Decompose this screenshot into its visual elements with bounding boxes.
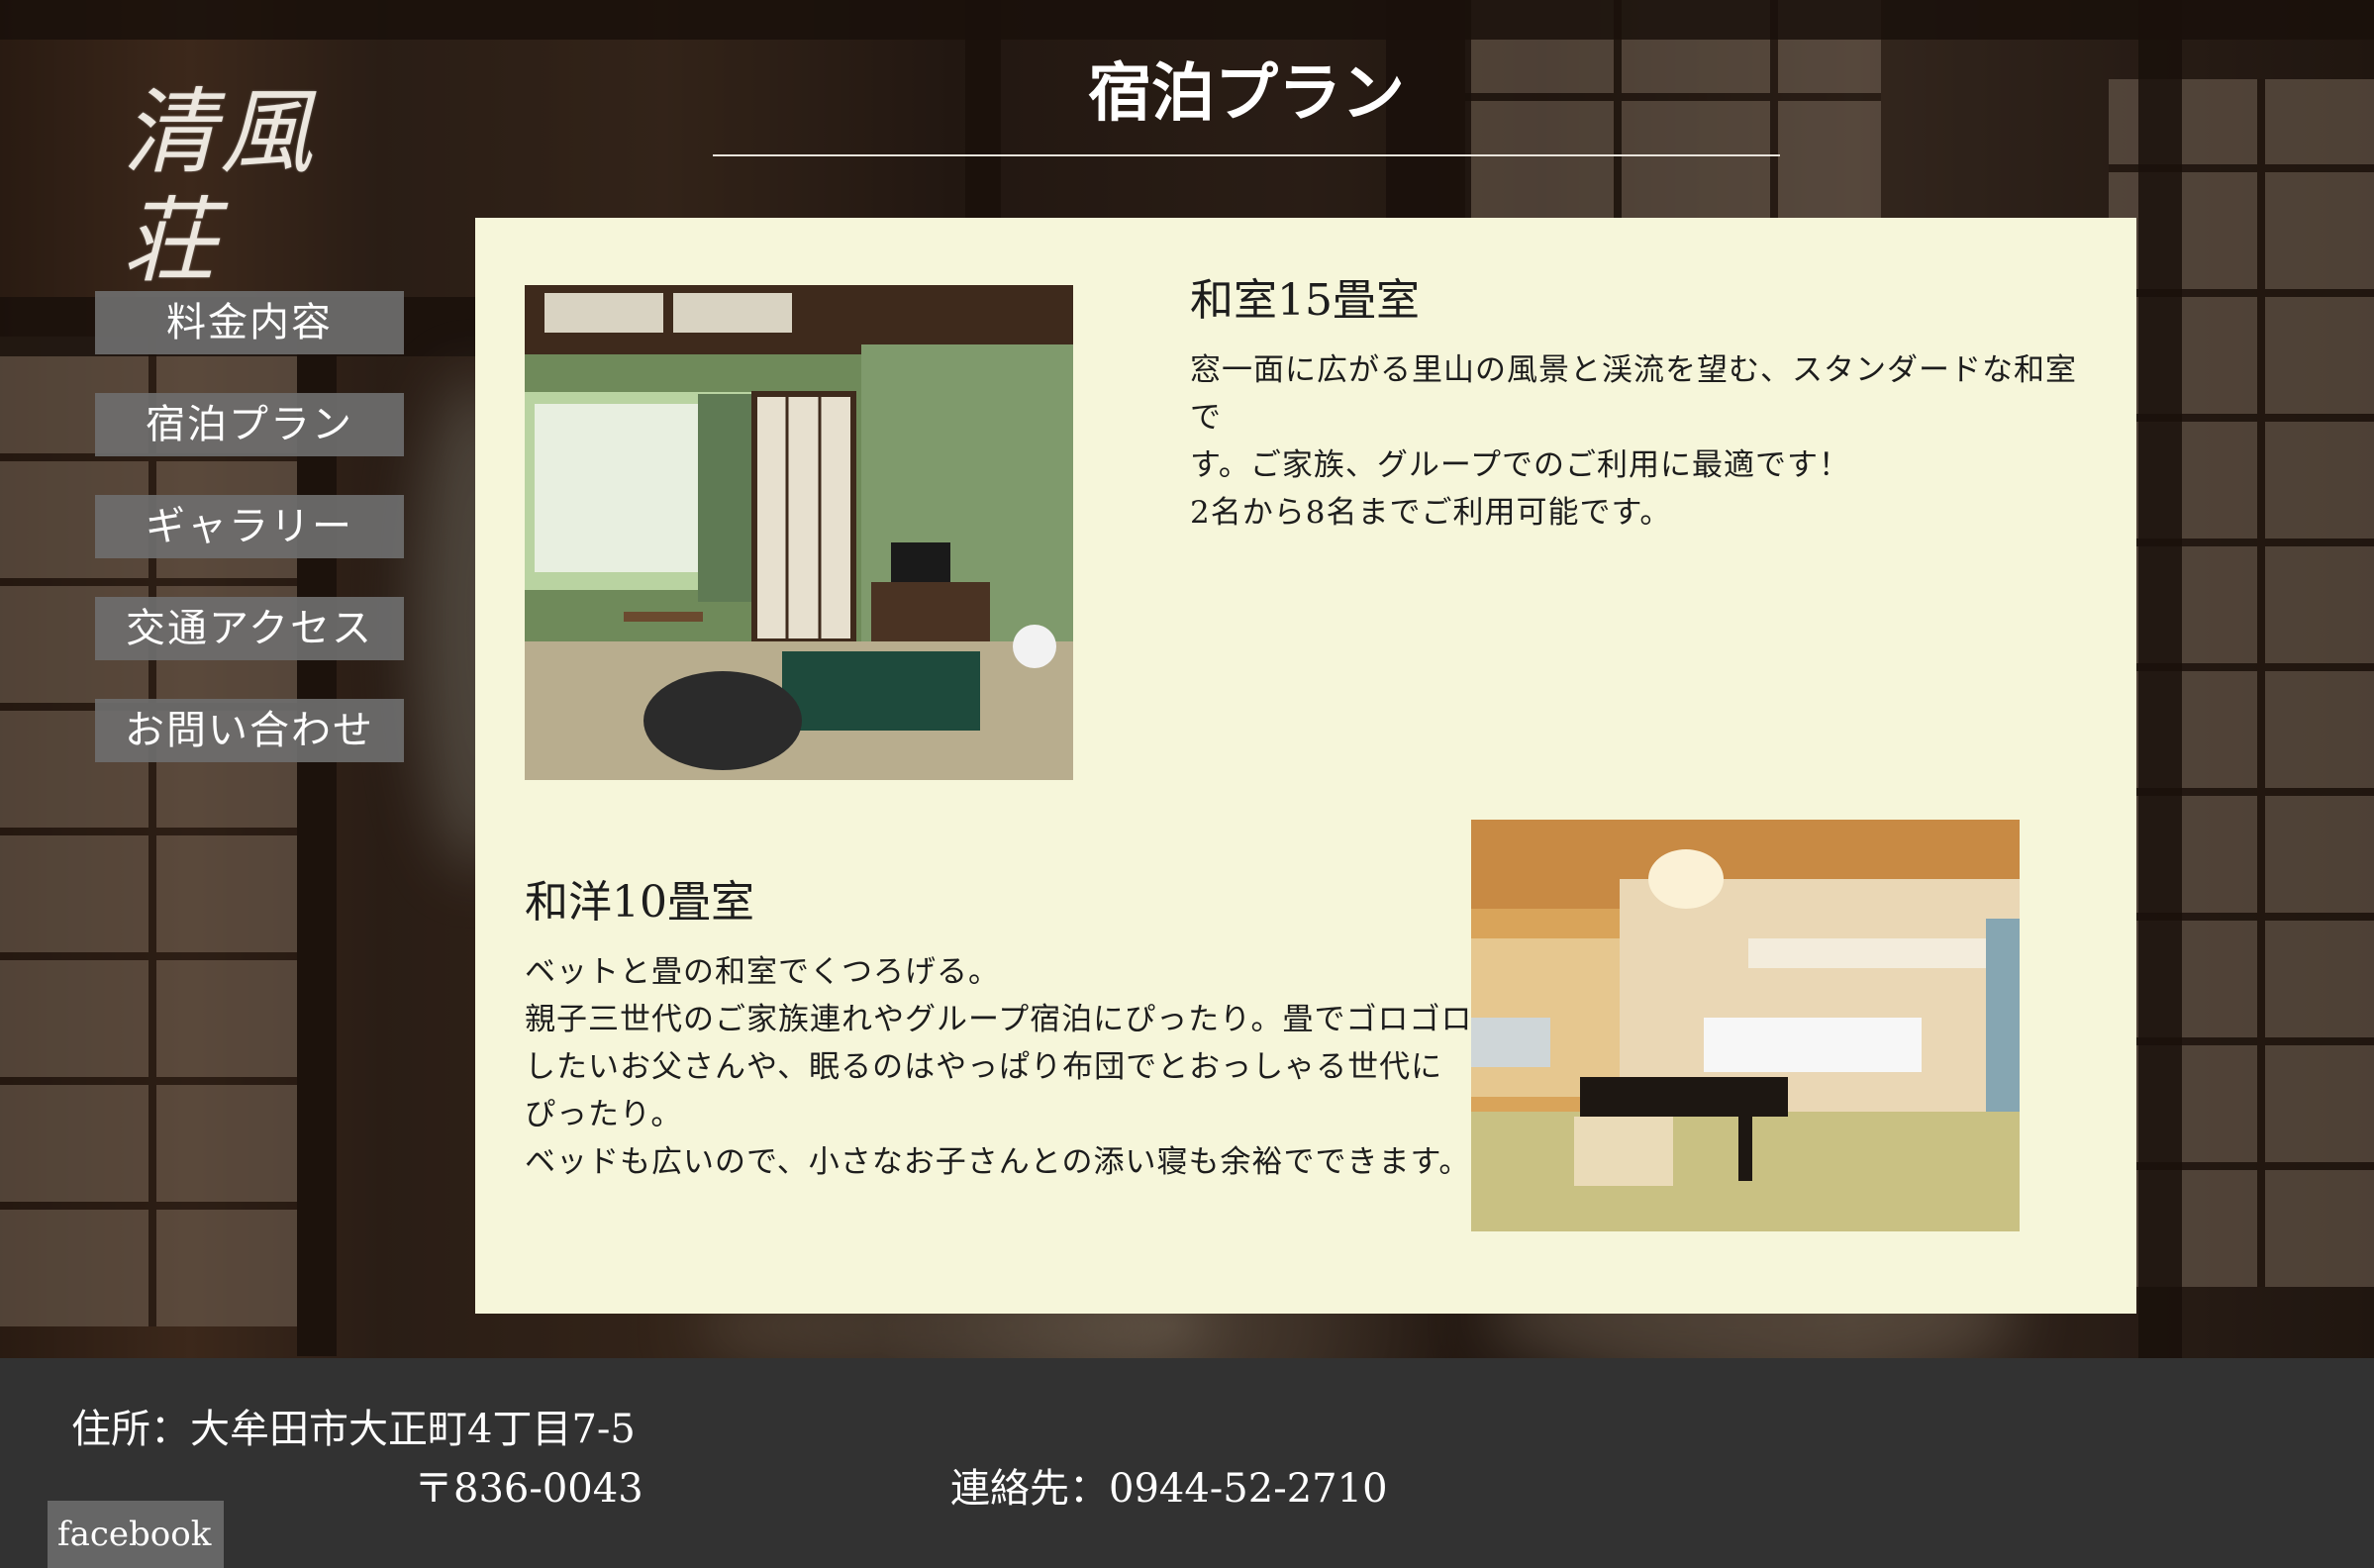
sidebar-nav: 料金内容 宿泊プラン ギャラリー 交通アクセス お問い合わせ bbox=[95, 291, 404, 801]
title-divider bbox=[713, 154, 1780, 156]
room-photo-western-japanese bbox=[1471, 820, 2020, 1231]
room-description: ベットと畳の和室でくつろげる。 親子三世代のご家族連れやグループ宿泊にぴったり。… bbox=[525, 954, 1473, 1180]
footer-contact-phone: 連絡先：0944-52-2710 bbox=[950, 1466, 1388, 1512]
nav-item-lodging-plans[interactable]: 宿泊プラン bbox=[95, 393, 404, 456]
nav-item-contact[interactable]: お問い合わせ bbox=[95, 699, 404, 762]
footer-address: 住所：大牟田市大正町4丁目7-5 bbox=[71, 1407, 636, 1452]
facebook-link[interactable]: facebook bbox=[48, 1501, 224, 1568]
content-panel: 和室15畳室 窓一面に広がる里山の風景と渓流を望む、スタンダードな和室で す。ご… bbox=[475, 218, 2136, 1314]
nav-item-pricing[interactable]: 料金内容 bbox=[95, 291, 404, 354]
room-title: 和洋10畳室 bbox=[525, 877, 754, 928]
page-title: 宿泊プラン bbox=[1088, 56, 1405, 131]
nav-item-access[interactable]: 交通アクセス bbox=[95, 597, 404, 660]
western-japanese-room-image bbox=[1471, 820, 2020, 1231]
site-footer: 住所：大牟田市大正町4丁目7-5 〒836-0043 連絡先：0944-52-2… bbox=[0, 1358, 2374, 1568]
site-logo[interactable]: 清風荘 bbox=[123, 79, 410, 296]
tatami-room-image bbox=[525, 285, 1073, 780]
room-description: 窓一面に広がる里山の風景と渓流を望む、スタンダードな和室で す。ご家族、グループ… bbox=[1190, 352, 2077, 531]
footer-postal-code: 〒836-0043 bbox=[414, 1466, 643, 1512]
room-photo-tatami bbox=[525, 285, 1073, 780]
room-title: 和室15畳室 bbox=[1190, 275, 1420, 326]
nav-item-gallery[interactable]: ギャラリー bbox=[95, 495, 404, 558]
